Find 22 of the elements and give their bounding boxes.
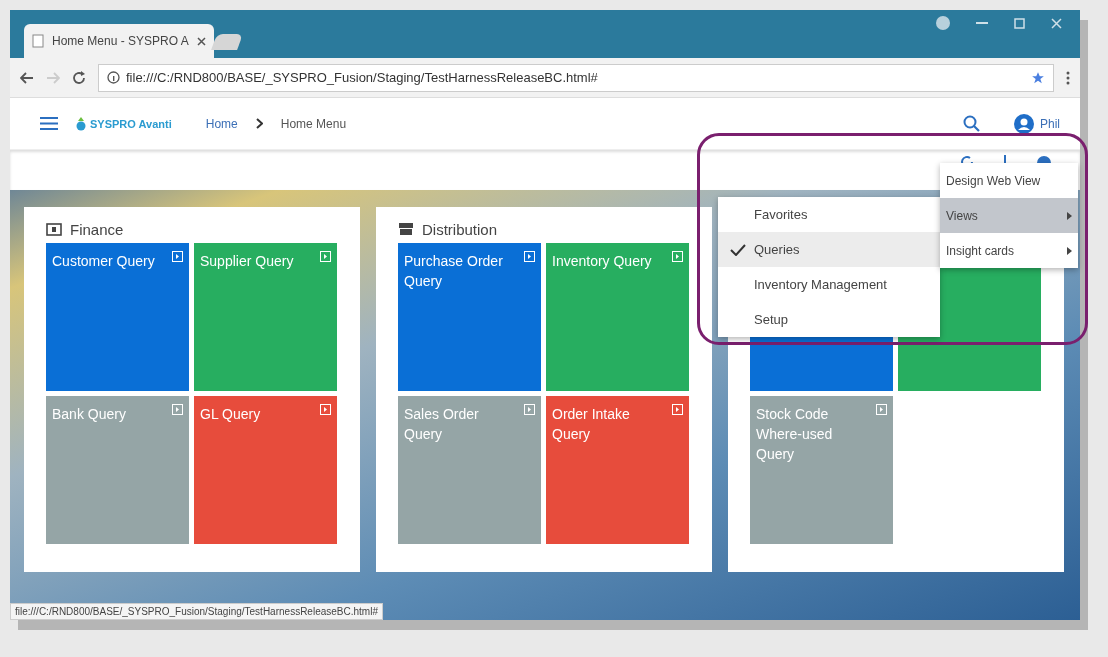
submenu-item[interactable]: Queries xyxy=(718,232,940,267)
browser-tab[interactable]: Home Menu - SYSPRO A xyxy=(24,24,214,58)
logo-text: SYSPRO Avanti xyxy=(90,117,172,130)
query-tile[interactable]: GL Query xyxy=(194,396,337,544)
query-tile[interactable]: Customer Query xyxy=(46,243,189,391)
card-title: Distribution xyxy=(422,220,498,238)
breadcrumb-current: Home Menu xyxy=(280,116,347,131)
query-tile[interactable]: Inventory Query xyxy=(546,243,689,391)
submenu-item[interactable]: Favorites xyxy=(718,197,940,232)
submenu-item[interactable]: Setup xyxy=(718,302,940,337)
menu-item[interactable]: Insight cards xyxy=(940,233,1078,268)
address-bar[interactable]: file:///C:/RND800/BASE/_SYSPRO_Fusion/Staging/TestHarnessReleaseBC.html# xyxy=(98,63,1054,92)
card-title: Finance xyxy=(70,220,124,238)
query-tile[interactable]: Purchase Order Query xyxy=(398,243,541,391)
breadcrumb-link[interactable]: Home xyxy=(205,116,238,131)
menu-item[interactable]: Design Web View xyxy=(940,163,1078,198)
query-tile[interactable]: Supplier Query xyxy=(194,243,337,391)
query-tile[interactable]: Order Intake Query xyxy=(546,396,689,544)
submenu-item[interactable]: Inventory Management xyxy=(718,267,940,302)
user-name[interactable]: Phil xyxy=(1040,116,1060,131)
menu-item[interactable]: Views xyxy=(940,198,1078,233)
status-bar: file:///C:/RND800/BASE/_SYSPRO_Fusion/Staging/TestHarnessReleaseBC.html# xyxy=(10,603,383,620)
